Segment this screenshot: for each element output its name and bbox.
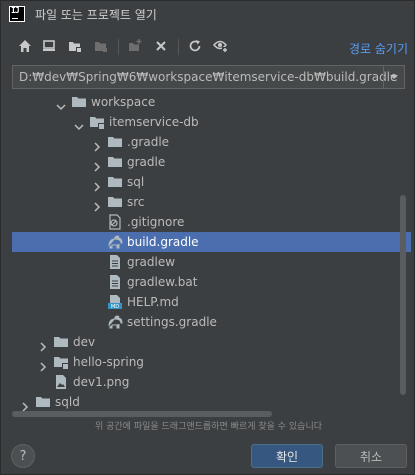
tree-item-label: hello-spring	[73, 355, 144, 369]
folder-icon	[107, 154, 123, 170]
markdown-file-icon: MD	[107, 294, 123, 310]
home-icon[interactable]	[15, 36, 35, 56]
tree-row[interactable]: gradle	[12, 152, 411, 172]
open-file-dialog: IJ 파일 또는 프로젝트 열기 경로 숨기기 D:₩dev₩Spring₩6₩…	[0, 0, 415, 475]
tree-row[interactable]: gradlew.bat	[12, 272, 411, 292]
image-file-icon	[53, 374, 69, 390]
path-history-dropdown[interactable]	[383, 66, 404, 88]
file-tree[interactable]: workspace itemservice-db .gradle gradle sql s…	[12, 92, 411, 412]
expand-arrow-right-icon[interactable]	[92, 177, 102, 192]
expand-arrow-right-icon[interactable]	[92, 157, 102, 172]
tree-row[interactable]: dev	[12, 332, 411, 352]
folder-icon	[35, 394, 51, 410]
dialog-title: 파일 또는 프로젝트 열기	[35, 7, 157, 22]
tree-item-label: gradlew	[127, 255, 176, 269]
tree-item-label: settings.gradle	[127, 315, 217, 329]
project-folder-icon[interactable]	[65, 36, 85, 56]
drag-drop-hint: 위 공간에 파일을 드래그앤드롭하면 빠르게 찾을 수 있습니다	[94, 422, 323, 432]
folder-icon	[107, 174, 123, 190]
gradle-elephant-icon	[107, 314, 123, 330]
expand-arrow-right-icon[interactable]	[20, 397, 30, 412]
folder-icon	[107, 194, 123, 210]
tree-item-label: gradlew.bat	[127, 275, 198, 289]
tree-row[interactable]: gradlew	[12, 252, 411, 272]
tree-item-label: itemservice-db	[109, 115, 199, 129]
tree-item-label: HELP.md	[127, 295, 179, 309]
delete-icon[interactable]	[151, 36, 171, 56]
tree-row[interactable]: sqld	[12, 392, 411, 412]
expand-arrow-right-icon[interactable]	[38, 337, 48, 352]
gitignore-icon	[107, 214, 123, 230]
tree-row[interactable]: MD HELP.md	[12, 292, 411, 312]
tree-row[interactable]: .gitignore	[12, 212, 411, 232]
expand-arrow-down-icon[interactable]	[74, 117, 84, 131]
ok-button[interactable]: 확인	[251, 444, 323, 468]
hide-path-link[interactable]: 경로 숨기기	[349, 40, 408, 57]
tree-row[interactable]: .gradle	[12, 132, 411, 152]
svg-text:MD: MD	[111, 304, 119, 310]
tree-row[interactable]: dev1.png	[12, 372, 411, 392]
tree-item-label: sql	[127, 175, 145, 189]
show-hidden-icon[interactable]	[211, 36, 231, 56]
tree-item-label: workspace	[91, 95, 156, 109]
tree-row[interactable]: sql	[12, 172, 411, 192]
help-button[interactable]: ?	[11, 444, 35, 468]
expand-arrow-right-icon[interactable]	[92, 137, 102, 152]
desktop-icon[interactable]	[39, 36, 59, 56]
cancel-button[interactable]: 취소	[335, 444, 407, 468]
folder-icon	[107, 134, 123, 150]
path-input[interactable]: D:₩dev₩Spring₩6₩workspace₩itemservice-db…	[12, 65, 405, 89]
tree-row[interactable]: hello-spring	[12, 352, 411, 372]
gradle-elephant-icon	[107, 234, 123, 250]
expand-arrow-right-icon[interactable]	[38, 357, 48, 372]
folder-icon	[53, 334, 69, 350]
tree-item-label: .gradle	[127, 135, 170, 149]
text-file-icon	[107, 274, 123, 290]
chevron-down-icon	[390, 75, 398, 79]
tree-row[interactable]: src	[12, 192, 411, 212]
module-folder-icon[interactable]	[91, 36, 111, 56]
text-file-icon	[107, 254, 123, 270]
intellij-logo-icon: IJ	[9, 6, 25, 22]
tree-item-label: gradle	[127, 155, 166, 169]
refresh-icon[interactable]	[185, 36, 205, 56]
horizontal-scrollbar[interactable]	[12, 411, 272, 417]
module-folder-icon	[53, 354, 69, 370]
tree-row-selected[interactable]: build.gradle	[12, 232, 411, 252]
title-bar: IJ 파일 또는 프로젝트 열기	[1, 1, 414, 27]
tree-row[interactable]: settings.gradle	[12, 312, 411, 332]
tree-item-label: sqld	[55, 395, 80, 409]
expand-arrow-right-icon[interactable]	[92, 197, 102, 212]
tree-item-label: dev	[73, 335, 96, 349]
expand-arrow-down-icon[interactable]	[56, 97, 66, 111]
tree-item-label: build.gradle	[127, 235, 199, 249]
module-folder-icon	[89, 114, 105, 130]
path-value: D:₩dev₩Spring₩6₩workspace₩itemservice-db…	[19, 70, 398, 84]
tree-row[interactable]: itemservice-db	[12, 112, 411, 132]
folder-icon	[71, 94, 87, 110]
vertical-scrollbar[interactable]	[400, 195, 406, 395]
tree-row[interactable]: workspace	[12, 92, 411, 112]
tree-item-label: .gitignore	[127, 215, 185, 229]
tree-item-label: src	[127, 195, 145, 209]
tree-item-label: dev1.png	[73, 375, 130, 389]
new-folder-icon[interactable]	[125, 36, 145, 56]
